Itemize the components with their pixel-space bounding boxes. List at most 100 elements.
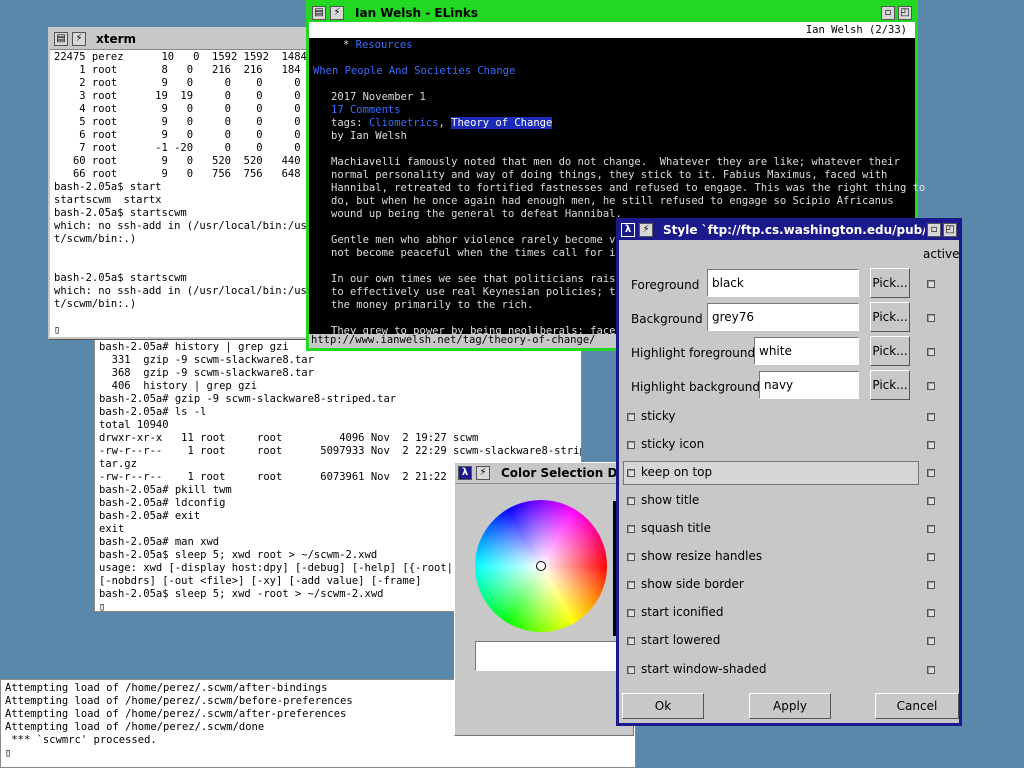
tags-line: tags: Cliometrics, Theory of Change: [331, 117, 553, 130]
option-show-title[interactable]: show title: [623, 489, 919, 513]
option-start-iconified[interactable]: start iconified: [623, 601, 919, 625]
option-show-resize-handles[interactable]: show resize handles: [623, 545, 919, 569]
background-field[interactable]: grey76: [707, 303, 859, 331]
show-title-active-checkbox[interactable]: [927, 497, 935, 505]
squash-title-checkbox[interactable]: [627, 525, 635, 533]
headline-link[interactable]: When People And Societies Change: [313, 65, 515, 78]
option-start-window-shaded[interactable]: start window-shaded: [623, 658, 919, 682]
byline: by Ian Welsh: [331, 130, 407, 142]
lightning-icon[interactable]: ⚡: [72, 32, 86, 46]
paragraph-3: In our own times we see that politicians…: [331, 273, 634, 311]
sticky-checkbox[interactable]: [627, 413, 635, 421]
post-date: 2017 November 1: [331, 91, 426, 103]
tags-prefix: tags:: [331, 117, 369, 129]
start-lowered-label: start lowered: [641, 633, 721, 647]
option-sticky-icon[interactable]: sticky icon: [623, 433, 919, 457]
highlight-background-field[interactable]: navy: [759, 371, 859, 399]
keep-on-top-active-checkbox[interactable]: [927, 469, 935, 477]
elinks-titlebar[interactable]: ▤ ⚡ Ian Welsh - ELinks ▫ ◰: [309, 3, 915, 22]
tag-cliometrics-link[interactable]: Cliometrics: [369, 117, 439, 129]
background-pick-button[interactable]: Pick...: [870, 302, 910, 332]
highlight-background-active-checkbox[interactable]: [927, 382, 935, 390]
window-menu-icon[interactable]: ▤: [54, 32, 68, 46]
lightning-icon[interactable]: ⚡: [476, 466, 490, 480]
color-value-field[interactable]: [475, 641, 620, 671]
start-window-shaded-checkbox[interactable]: [627, 666, 635, 674]
xterm-titlebar[interactable]: ▤ ⚡ xterm: [50, 29, 310, 50]
show-resize-handles-checkbox[interactable]: [627, 553, 635, 561]
show-side-border-checkbox[interactable]: [627, 581, 635, 589]
resources-link[interactable]: Resources: [356, 39, 413, 51]
color-wheel[interactable]: [475, 500, 607, 632]
sticky-icon-active-checkbox[interactable]: [927, 441, 935, 449]
sticky-icon-checkbox[interactable]: [627, 441, 635, 449]
lambda-icon[interactable]: λ: [458, 466, 472, 480]
lightning-icon[interactable]: ⚡: [330, 6, 344, 20]
style-dialog-title: Style `ftp://ftp.cs.washington.edu/pub/c…: [663, 223, 925, 237]
bullet: * Resources: [343, 39, 413, 51]
window-menu-icon[interactable]: ▤: [312, 6, 326, 20]
minimize-icon[interactable]: ▫: [881, 6, 895, 20]
tag-theory-link[interactable]: Theory of Change: [451, 117, 553, 129]
keep-on-top-checkbox[interactable]: [627, 469, 635, 477]
minimize-icon[interactable]: ▫: [927, 223, 941, 237]
color-dialog-titlebar[interactable]: λ ⚡ Color Selection Dial: [455, 463, 634, 484]
foreground-pick-button[interactable]: Pick...: [870, 268, 910, 298]
highlight-foreground-label: Highlight foreground: [631, 346, 756, 360]
color-selection-window[interactable]: λ ⚡ Color Selection Dial: [454, 462, 634, 736]
background-active-checkbox[interactable]: [927, 314, 935, 322]
style-dialog-window[interactable]: λ ⚡ Style `ftp://ftp.cs.washington.edu/p…: [616, 218, 962, 726]
style-dialog-titlebar[interactable]: λ ⚡ Style `ftp://ftp.cs.washington.edu/p…: [619, 221, 959, 240]
apply-button[interactable]: Apply: [749, 693, 831, 719]
foreground-active-checkbox[interactable]: [927, 280, 935, 288]
lightning-icon[interactable]: ⚡: [639, 223, 653, 237]
background-label: Background: [631, 312, 703, 326]
show-title-label: show title: [641, 493, 700, 507]
foreground-field[interactable]: black: [707, 269, 859, 297]
color-wheel-cursor[interactable]: [536, 561, 546, 571]
comments-link[interactable]: 17 Comments: [331, 104, 401, 117]
start-iconified-label: start iconified: [641, 605, 724, 619]
active-column-header: active: [923, 247, 960, 261]
option-start-lowered[interactable]: start lowered: [623, 629, 919, 653]
xterm-output: 22475 perez 10 0 1592 1592 1484 S 1 root…: [54, 51, 320, 336]
start-window-shaded-label: start window-shaded: [641, 662, 767, 676]
show-resize-handles-active-checkbox[interactable]: [927, 553, 935, 561]
squash-title-label: squash title: [641, 521, 711, 535]
maximize-icon[interactable]: ◰: [943, 223, 957, 237]
status-url: http://www.ianwelsh.net/tag/theory-of-ch…: [311, 334, 596, 346]
highlight-foreground-field[interactable]: white: [754, 337, 859, 365]
sticky-active-checkbox[interactable]: [927, 413, 935, 421]
start-lowered-checkbox[interactable]: [627, 637, 635, 645]
show-resize-handles-label: show resize handles: [641, 549, 763, 563]
squash-title-active-checkbox[interactable]: [927, 525, 935, 533]
maximize-icon[interactable]: ◰: [898, 6, 912, 20]
option-keep-on-top[interactable]: keep on top: [623, 461, 919, 485]
sticky-icon-label: sticky icon: [641, 437, 705, 451]
xterm-window[interactable]: ▤ ⚡ xterm 22475 perez 10 0 1592 1592 148…: [48, 27, 320, 339]
paragraph-1: Machiavelli famously noted that men do n…: [331, 156, 926, 220]
show-side-border-active-checkbox[interactable]: [927, 581, 935, 589]
start-iconified-active-checkbox[interactable]: [927, 609, 935, 617]
elinks-title: Ian Welsh - ELinks: [355, 6, 478, 20]
highlight-background-label: Highlight background: [631, 380, 760, 394]
ok-button[interactable]: Ok: [622, 693, 704, 719]
option-squash-title[interactable]: squash title: [623, 517, 919, 541]
paragraph-2: Gentle men who abhor violence rarely bec…: [331, 234, 634, 259]
start-iconified-checkbox[interactable]: [627, 609, 635, 617]
xterm-title: xterm: [96, 32, 137, 46]
highlight-foreground-pick-button[interactable]: Pick...: [870, 336, 910, 366]
show-title-checkbox[interactable]: [627, 497, 635, 505]
lambda-icon[interactable]: λ: [621, 223, 635, 237]
cancel-button[interactable]: Cancel: [875, 693, 959, 719]
color-dialog-title: Color Selection Dial: [501, 466, 634, 480]
bottom-console-output: Attempting load of /home/perez/.scwm/aft…: [5, 682, 353, 759]
start-window-shaded-active-checkbox[interactable]: [927, 666, 935, 674]
show-side-border-label: show side border: [641, 577, 744, 591]
foreground-label: Foreground: [631, 278, 700, 292]
highlight-background-pick-button[interactable]: Pick...: [870, 370, 910, 400]
option-sticky[interactable]: sticky: [623, 405, 919, 429]
start-lowered-active-checkbox[interactable]: [927, 637, 935, 645]
option-show-side-border[interactable]: show side border: [623, 573, 919, 597]
highlight-foreground-active-checkbox[interactable]: [927, 348, 935, 356]
